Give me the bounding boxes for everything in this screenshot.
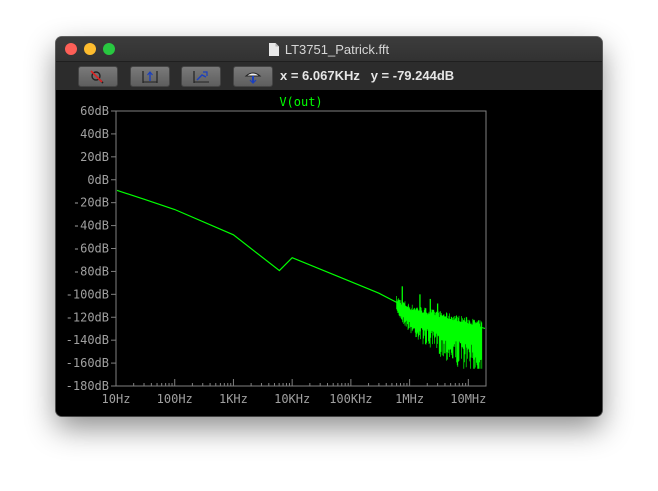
x-tick-label: 1MHz	[395, 392, 424, 406]
title-bar[interactable]: LT3751_Patrick.fft	[56, 37, 602, 62]
y-tick-label: -160dB	[66, 356, 109, 370]
fft-plot[interactable]: V(out) 60dB 40dB 20dB 0dB -20dB -40dB -60dB -80d…	[56, 91, 602, 416]
zoom-cancel-icon	[90, 69, 104, 84]
cursor-x-readout: x = 6.067KHz	[280, 68, 360, 83]
y-tick-label: 40dB	[80, 127, 109, 141]
y-tick-label: -100dB	[66, 287, 109, 301]
plot-title: V(out)	[279, 95, 322, 109]
y-tick-label: -40dB	[73, 219, 109, 233]
cursor-y-readout: y = -79.244dB	[370, 68, 455, 83]
y-tick-label: 60dB	[80, 104, 109, 118]
x-tick-label: 1KHz	[219, 392, 248, 406]
fft-window: LT3751_Patrick.fft x = 6.067KHz y = -79.…	[56, 37, 602, 416]
pick-trace-icon	[244, 72, 262, 84]
y-tick-label: -20dB	[73, 196, 109, 210]
autorange-y-button[interactable]	[130, 66, 170, 87]
x-tick-label: 10MHz	[450, 392, 486, 406]
pan-button[interactable]	[181, 66, 221, 87]
y-tick-label: -180dB	[66, 379, 109, 393]
trace-noise-band	[396, 296, 483, 369]
pick-trace-button[interactable]	[233, 66, 273, 87]
y-tick-label: 20dB	[80, 150, 109, 164]
x-tick-label: 10Hz	[102, 392, 131, 406]
document-icon	[268, 42, 279, 56]
window-title-container: LT3751_Patrick.fft	[56, 37, 602, 61]
cursor-readout: x = 6.067KHz y = -79.244dB	[280, 68, 454, 83]
y-tick-label: -140dB	[66, 333, 109, 347]
window-title: LT3751_Patrick.fft	[284, 41, 390, 57]
x-tick-label: 100KHz	[329, 392, 372, 406]
autorange-y-icon	[142, 70, 158, 83]
pan-icon	[193, 70, 209, 83]
zoom-cancel-button[interactable]	[78, 66, 118, 87]
y-tick-label: 0dB	[87, 173, 109, 187]
y-tick-label: -80dB	[73, 264, 109, 278]
y-tick-label: -60dB	[73, 242, 109, 256]
y-tick-label: -120dB	[66, 310, 109, 324]
x-tick-label: 10KHz	[274, 392, 310, 406]
x-tick-label: 100Hz	[157, 392, 193, 406]
plot-area[interactable]: V(out) 60dB 40dB 20dB 0dB -20dB -40dB -60dB -80d…	[56, 91, 602, 416]
